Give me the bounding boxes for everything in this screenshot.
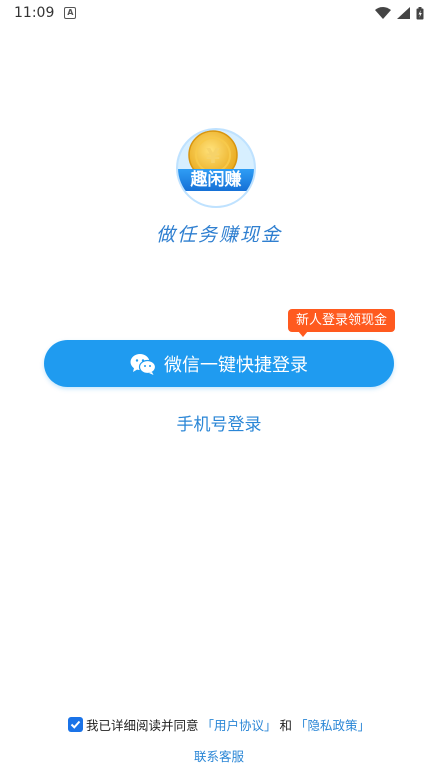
user-agreement-link[interactable]: 「用户协议」 — [201, 715, 276, 734]
notification-icon: A — [64, 7, 77, 19]
wechat-login-button[interactable]: 微信一键快捷登录 — [44, 340, 394, 387]
agreement-text: 我已详细阅读并同意 — [85, 718, 199, 733]
phone-login-link[interactable]: 手机号登录 — [0, 410, 438, 435]
promo-badge-arrow — [298, 331, 308, 337]
logo-text: 趣闲赚 — [190, 170, 242, 190]
wechat-login-label: 微信一键快捷登录 — [164, 354, 308, 376]
agreement-and: 和 — [279, 718, 293, 733]
app-slogan: 做任务赚现金 — [155, 224, 282, 246]
status-time: 11:09 — [14, 5, 55, 21]
battery-icon — [416, 6, 424, 19]
wechat-icon — [130, 353, 156, 375]
check-icon — [70, 720, 81, 729]
app-logo: ¥ 趣闲赚 — [175, 127, 257, 209]
agreement-checkbox[interactable] — [67, 717, 83, 732]
new-user-promo-badge: 新人登录领现金 — [288, 309, 395, 332]
svg-text:¥: ¥ — [206, 144, 220, 168]
privacy-policy-link[interactable]: 「隐私政策」 — [295, 715, 370, 734]
status-bar: 11:09 A — [0, 0, 438, 26]
wifi-icon — [375, 7, 391, 19]
contact-support-link[interactable]: 联系客服 — [0, 746, 438, 765]
agreement-row: 我已详细阅读并同意 「用户协议」 和 「隐私政策」 — [0, 715, 438, 734]
signal-icon — [397, 7, 410, 19]
